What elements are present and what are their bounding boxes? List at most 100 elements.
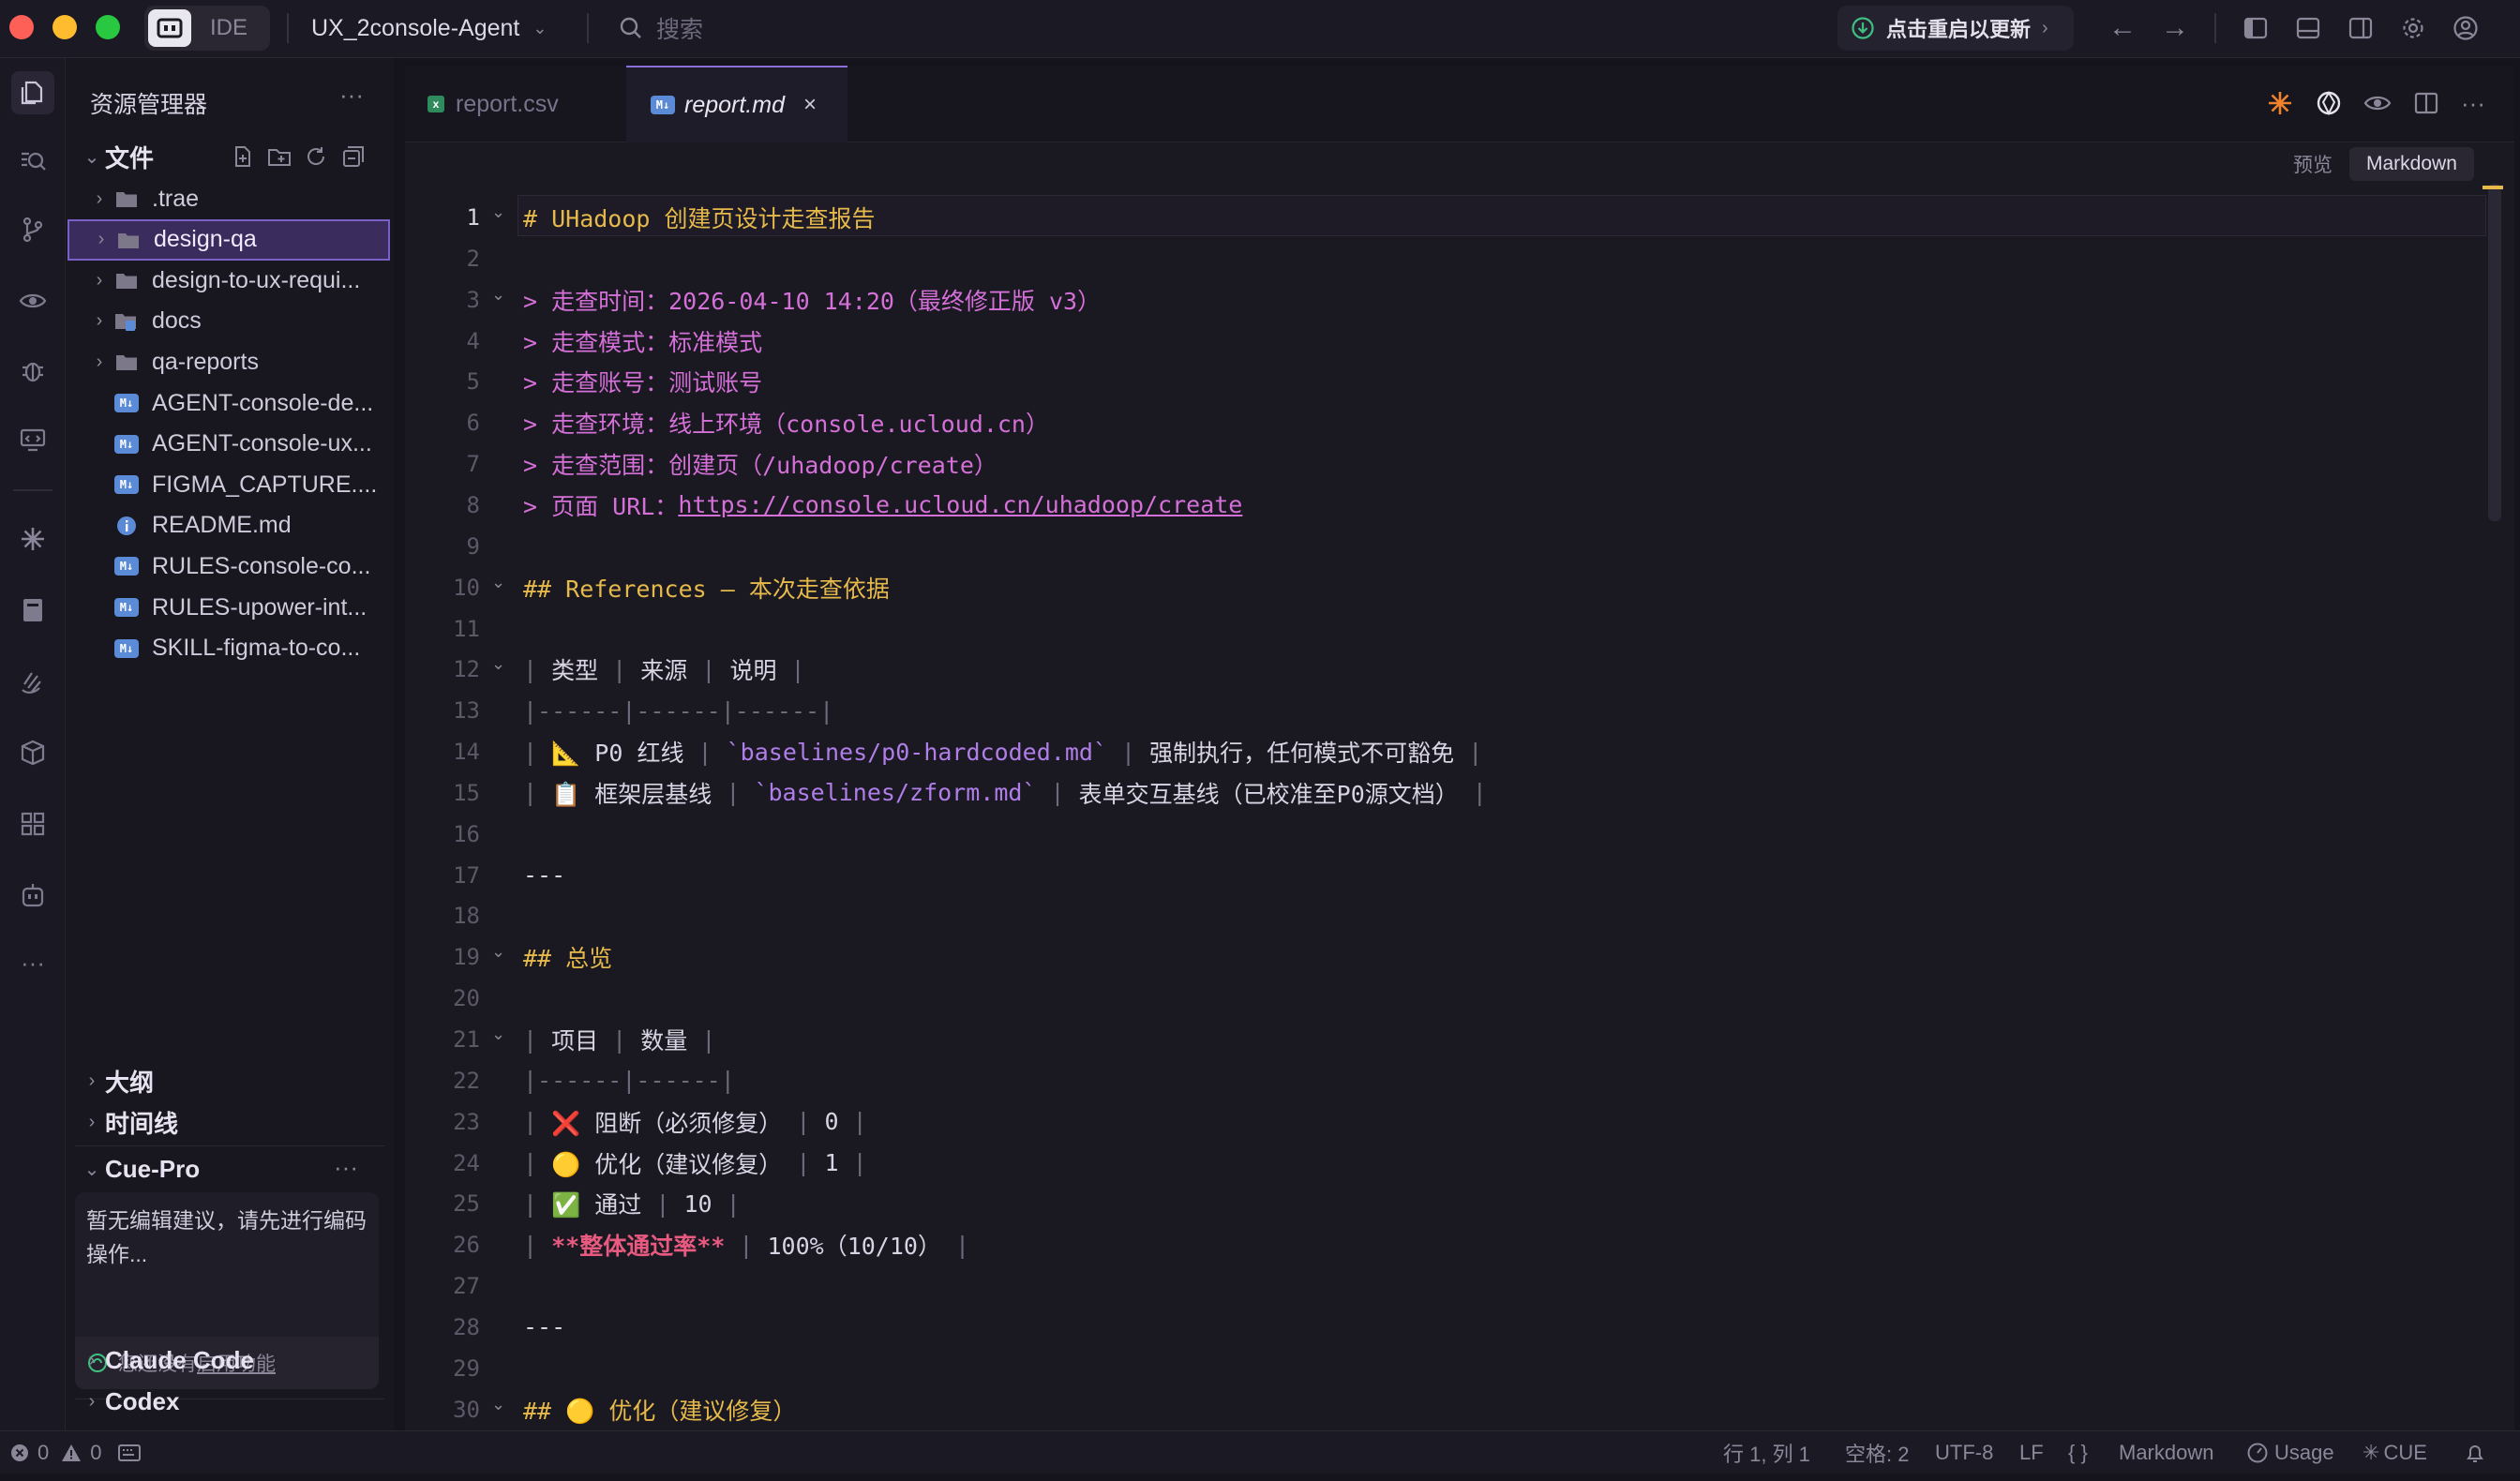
code-token: ❌ 阻断（必须修复） [551, 1109, 783, 1137]
url-link[interactable]: https://console.ucloud.cn/uhadoop/create [678, 491, 1242, 518]
tree-item-label: RULES-console-co... [152, 552, 371, 579]
tree-item-docs[interactable]: › docs [68, 301, 390, 342]
minimize-window-button[interactable] [52, 15, 77, 39]
tree-item-readme-md[interactable]: README.md [68, 505, 390, 546]
new-file-icon[interactable] [231, 144, 255, 169]
fold-chevron-icon[interactable]: ⌄ [491, 285, 514, 305]
collapse-all-icon[interactable] [341, 144, 366, 169]
fold-chevron-icon[interactable]: ⌄ [491, 654, 514, 674]
code-token: |------|------| [523, 1067, 735, 1095]
project-switcher[interactable]: UX_2console-Agent ⌄ [311, 0, 547, 56]
tree-item-rules-console-co[interactable]: M↓ RULES-console-co... [68, 546, 390, 587]
split-editor-icon[interactable] [2408, 84, 2445, 122]
search-box[interactable]: 搜索 [619, 0, 703, 56]
back-arrow-icon[interactable]: ← [2104, 9, 2141, 47]
openai-icon[interactable] [2310, 84, 2348, 122]
chevron-down-icon: ⌄ [83, 1159, 100, 1180]
explorer-files-icon[interactable] [11, 71, 54, 114]
preview-eye-icon[interactable] [2359, 84, 2396, 122]
package-box-icon[interactable] [11, 731, 54, 774]
maximize-window-button[interactable] [96, 15, 120, 39]
view-preview-button[interactable]: 预览 [2276, 144, 2349, 184]
toggle-bottom-panel-icon[interactable] [2291, 11, 2325, 45]
account-icon[interactable] [2449, 11, 2482, 45]
tab-report-md[interactable]: M↓ report.md × [626, 66, 848, 142]
tab-report-csv[interactable]: x report.csv [428, 66, 630, 142]
line-number: 26 [453, 1232, 480, 1259]
code-token: > 页面 URL： [523, 492, 679, 520]
code-line: ## References — 本次走查依据 [523, 567, 890, 608]
fold-chevron-icon[interactable]: ⌄ [491, 202, 514, 222]
debug-bug-icon[interactable] [11, 349, 54, 392]
robot-agent-icon[interactable] [11, 874, 54, 917]
code-line: |------|------|------| [523, 690, 833, 731]
section-timeline[interactable]: › 时间线 [79, 1102, 388, 1142]
toggle-left-panel-icon[interactable] [2239, 11, 2272, 45]
new-folder-icon[interactable] [266, 144, 292, 169]
code-token: | [776, 655, 805, 683]
preview-eye-icon[interactable] [11, 279, 54, 322]
view-markdown-button[interactable]: Markdown [2349, 147, 2474, 181]
info-file-icon [112, 514, 141, 538]
fold-chevron-icon[interactable]: ⌄ [491, 1395, 514, 1414]
section-codex[interactable]: › Codex [79, 1382, 388, 1421]
settings-gear-icon[interactable] [2396, 11, 2430, 45]
remote-screen-icon[interactable] [11, 418, 54, 461]
asterisk-ai-icon[interactable] [2261, 84, 2299, 122]
fold-chevron-icon[interactable]: ⌄ [491, 573, 514, 592]
code-token: 📐 P0 红线 [551, 740, 684, 768]
indentation[interactable]: 空格: 2 [1845, 1431, 1909, 1474]
language-mode[interactable]: Markdown [2119, 1431, 2213, 1474]
cursor-position[interactable]: 行 1, 列 1 [1723, 1431, 1810, 1474]
usage-indicator[interactable]: Usage [2246, 1431, 2334, 1474]
chevron-right-icon: › [98, 229, 105, 250]
more-actions-icon[interactable]: ··· [2454, 84, 2492, 122]
line-number: 11 [453, 615, 480, 642]
cue-more-icon[interactable]: ··· [334, 1153, 358, 1182]
hand-gesture-icon[interactable] [11, 660, 54, 703]
title-bar: IDE UX_2console-Agent ⌄ 搜索 点击重启以更新 › ← → [0, 0, 2520, 58]
end-of-line[interactable]: LF [2019, 1431, 2044, 1474]
close-window-button[interactable] [9, 15, 34, 39]
code-token: | [1458, 779, 1487, 807]
restart-update-button[interactable]: 点击重启以更新 › [1838, 6, 2074, 51]
more-actions-icon[interactable]: ··· [339, 81, 364, 110]
forward-arrow-icon[interactable]: → [2156, 9, 2194, 47]
tree-item-figma-capture[interactable]: M↓ FIGMA_CAPTURE.... [68, 464, 390, 505]
line-number: 23 [453, 1108, 480, 1135]
ide-switch[interactable]: IDE [144, 6, 270, 51]
tree-item-design-to-ux-requi[interactable]: › design-to-ux-requi... [68, 260, 390, 301]
tab-label: report.csv [456, 90, 559, 117]
brackets-indicator[interactable]: { } [2068, 1431, 2088, 1474]
code-token: 0 [824, 1108, 839, 1136]
tree-item-qa-reports[interactable]: › qa-reports [68, 341, 390, 382]
source-control-icon[interactable] [11, 208, 54, 251]
markdown-file-icon: M↓ [112, 432, 141, 456]
extensions-grid-icon[interactable] [11, 802, 54, 845]
toggle-right-panel-icon[interactable] [2344, 11, 2378, 45]
code-editor[interactable]: 预览 Markdown 1 ⌄ # UHadoop 创建页设计走查报告 2 3 ⌄ > 走查… [405, 142, 2514, 1430]
refresh-icon[interactable] [304, 144, 328, 169]
tree-item-label: docs [152, 307, 202, 335]
section-outline[interactable]: › 大纲 [79, 1061, 388, 1100]
vertical-scrollbar[interactable] [2488, 184, 2501, 521]
cue-indicator[interactable]: ✳ CUE [2362, 1431, 2427, 1474]
tree-item-agent-console-de[interactable]: M↓ AGENT-console-de... [68, 382, 390, 424]
tree-item-design-qa[interactable]: › design-qa [68, 218, 390, 261]
search-code-icon[interactable] [11, 139, 54, 182]
section-claude-code[interactable]: › Claude Code [79, 1340, 388, 1380]
tree-item-skill-figma-to-co[interactable]: M↓ SKILL-figma-to-co... [68, 628, 390, 669]
close-tab-icon[interactable]: × [803, 92, 817, 118]
notification-bell-icon[interactable] [2464, 1431, 2486, 1474]
asterisk-ai-icon[interactable] [11, 517, 54, 561]
tree-item-trae[interactable]: › .trae [68, 178, 390, 219]
fold-chevron-icon[interactable]: ⌄ [491, 1025, 514, 1044]
tree-item-rules-upower-int[interactable]: M↓ RULES-upower-int... [68, 587, 390, 628]
tree-item-agent-console-ux[interactable]: M↓ AGENT-console-ux... [68, 424, 390, 465]
chevron-down-icon: ⌄ [83, 146, 100, 168]
more-dots-icon[interactable]: ··· [11, 941, 54, 984]
fold-chevron-icon[interactable]: ⌄ [491, 942, 514, 962]
encoding[interactable]: UTF-8 [1935, 1431, 1993, 1474]
notebook-icon[interactable] [11, 589, 54, 632]
problems-indicator[interactable]: 0 0 [9, 1431, 142, 1474]
